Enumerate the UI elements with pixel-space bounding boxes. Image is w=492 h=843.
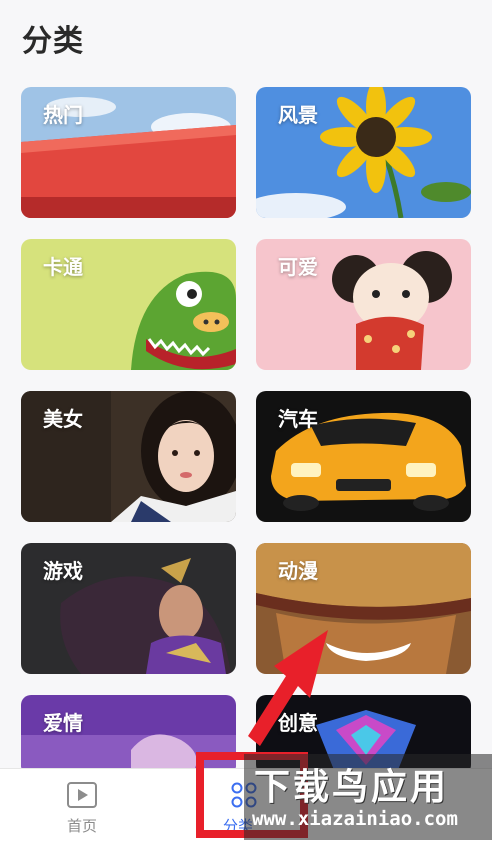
category-label: 游戏 (43, 559, 83, 583)
category-card-cute[interactable]: 可爱 (256, 239, 471, 370)
category-label: 可爱 (278, 255, 318, 279)
category-label: 汽车 (278, 407, 318, 431)
category-card-beauty[interactable]: 美女 (21, 391, 236, 522)
category-card-cartoon[interactable]: 卡通 (21, 239, 236, 370)
category-label: 动漫 (278, 559, 318, 583)
category-label: 热门 (43, 103, 83, 127)
category-label: 卡通 (43, 255, 83, 279)
play-icon (67, 782, 97, 808)
category-card-game[interactable]: 游戏 (21, 543, 236, 674)
watermark-url: www.xiazainiao.com (252, 808, 458, 830)
category-label: 风景 (278, 103, 318, 127)
category-card-car[interactable]: 汽车 (256, 391, 471, 522)
red-arrow-annotation (248, 630, 328, 746)
watermark-title: 下载鸟应用 (254, 767, 450, 808)
category-card-hot[interactable]: 热门 (21, 87, 236, 218)
category-label: 美女 (43, 407, 83, 431)
site-watermark: 下载鸟应用 www.xiazainiao.com (244, 754, 492, 840)
category-label: 爱情 (43, 711, 83, 735)
category-card-scenery[interactable]: 风景 (256, 87, 471, 218)
page-title: 分类 (22, 24, 84, 59)
